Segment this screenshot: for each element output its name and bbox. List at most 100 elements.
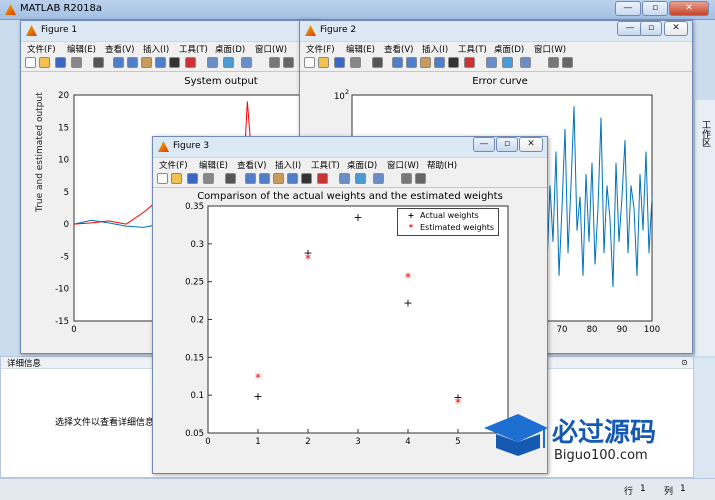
legend-icon[interactable] <box>241 57 252 68</box>
figure3-title-bar[interactable]: Figure 3 — ▫ ✕ <box>153 137 547 157</box>
figure1-title-bar[interactable]: Figure 1 <box>21 21 319 41</box>
rotate-icon[interactable] <box>155 57 166 68</box>
pan-icon[interactable] <box>420 57 431 68</box>
figure2-maximize-button[interactable]: ▫ <box>640 21 662 36</box>
save-icon[interactable] <box>55 57 66 68</box>
main-maximize-button[interactable]: ▫ <box>642 1 668 16</box>
legend-icon[interactable] <box>520 57 531 68</box>
pointer-icon[interactable] <box>372 57 383 68</box>
figure3-point-actual: + <box>253 390 262 403</box>
zoom-out-icon[interactable] <box>406 57 417 68</box>
figure3-xtick: 3 <box>355 437 360 447</box>
menu-item-6[interactable]: 窗口(W) <box>387 159 419 171</box>
rotate-icon[interactable] <box>287 173 298 184</box>
brush-icon[interactable] <box>464 57 475 68</box>
figure3-close-button[interactable]: ✕ <box>519 137 543 152</box>
menu-item-3[interactable]: 插入(I) <box>275 159 301 171</box>
figure3-point-estimated: * <box>405 270 411 284</box>
zoom-out-icon[interactable] <box>259 173 270 184</box>
figure1-ytick: 15 <box>58 123 69 133</box>
pointer-icon[interactable] <box>93 57 104 68</box>
figure2-title: Figure 2 <box>320 25 357 35</box>
colorbar-icon[interactable] <box>223 57 234 68</box>
menu-item-5[interactable]: 桌面(D) <box>494 43 524 55</box>
main-close-button[interactable]: ✕ <box>669 1 709 16</box>
open-file-icon[interactable] <box>39 57 50 68</box>
workspace-label: 工作区 <box>700 120 710 147</box>
data-cursor-icon[interactable] <box>448 57 459 68</box>
dock-icon[interactable] <box>283 57 294 68</box>
figure3-xtick: 1 <box>255 437 260 447</box>
pointer-icon[interactable] <box>225 173 236 184</box>
menu-item-6[interactable]: 窗口(W) <box>255 43 287 55</box>
figure2-xtick: 80 <box>587 325 598 335</box>
status-row-value: 1 <box>640 484 646 494</box>
zoom-in-icon[interactable] <box>113 57 124 68</box>
hide-tools-icon[interactable] <box>269 57 280 68</box>
menu-item-2[interactable]: 查看(V) <box>237 159 266 171</box>
figure3-ytick: 0.1 <box>190 391 204 401</box>
link-icon[interactable] <box>486 57 497 68</box>
menu-item-4[interactable]: 工具(T) <box>458 43 487 55</box>
details-menu-icon[interactable]: ⊙ <box>681 358 688 367</box>
menu-item-2[interactable]: 查看(V) <box>105 43 134 55</box>
figure3-title: Figure 3 <box>173 141 210 151</box>
print-icon[interactable] <box>350 57 361 68</box>
menu-item-0[interactable]: 文件(F) <box>159 159 188 171</box>
menu-item-3[interactable]: 插入(I) <box>422 43 448 55</box>
menu-item-1[interactable]: 编辑(E) <box>199 159 228 171</box>
rotate-icon[interactable] <box>434 57 445 68</box>
hide-tools-icon[interactable] <box>401 173 412 184</box>
figure3-menubar: 文件(F) 编辑(E) 查看(V) 插入(I) 工具(T) 桌面(D) 窗口(W) 帮助(H) <box>153 157 547 171</box>
menu-item-0[interactable]: 文件(F) <box>27 43 56 55</box>
print-icon[interactable] <box>71 57 82 68</box>
menu-item-5[interactable]: 桌面(D) <box>215 43 245 55</box>
menu-item-4[interactable]: 工具(T) <box>311 159 340 171</box>
menu-item-1[interactable]: 编辑(E) <box>67 43 96 55</box>
hide-tools-icon[interactable] <box>548 57 559 68</box>
pan-icon[interactable] <box>141 57 152 68</box>
zoom-in-icon[interactable] <box>392 57 403 68</box>
figure2-logo-icon <box>305 25 316 36</box>
brush-icon[interactable] <box>317 173 328 184</box>
menu-item-0[interactable]: 文件(F) <box>306 43 335 55</box>
link-icon[interactable] <box>339 173 350 184</box>
figure3-maximize-button[interactable]: ▫ <box>496 137 518 152</box>
legend-icon[interactable] <box>373 173 384 184</box>
menu-item-2[interactable]: 查看(V) <box>384 43 413 55</box>
open-file-icon[interactable] <box>171 173 182 184</box>
workspace-side-panel[interactable]: 工作区 <box>694 100 715 356</box>
figure3-ytick: 0.15 <box>185 353 204 363</box>
figure1-ytick: -15 <box>55 317 69 327</box>
data-cursor-icon[interactable] <box>301 173 312 184</box>
menu-item-1[interactable]: 编辑(E) <box>346 43 375 55</box>
main-minimize-button[interactable]: — <box>615 1 641 16</box>
colorbar-icon[interactable] <box>502 57 513 68</box>
pan-icon[interactable] <box>273 173 284 184</box>
zoom-in-icon[interactable] <box>245 173 256 184</box>
menu-item-5[interactable]: 桌面(D) <box>347 159 377 171</box>
print-icon[interactable] <box>203 173 214 184</box>
figure2-title-bar[interactable]: Figure 2 — ▫ ✕ <box>300 21 692 41</box>
menu-item-4[interactable]: 工具(T) <box>179 43 208 55</box>
save-icon[interactable] <box>334 57 345 68</box>
watermark-logo: 必过源码 Biguo100.com <box>482 408 715 478</box>
figure3-ytick: 0.3 <box>190 240 204 250</box>
dock-icon[interactable] <box>562 57 573 68</box>
new-file-icon[interactable] <box>304 57 315 68</box>
save-icon[interactable] <box>187 173 198 184</box>
dock-icon[interactable] <box>415 173 426 184</box>
link-icon[interactable] <box>207 57 218 68</box>
menu-item-7[interactable]: 帮助(H) <box>427 159 457 171</box>
menu-item-3[interactable]: 插入(I) <box>143 43 169 55</box>
zoom-out-icon[interactable] <box>127 57 138 68</box>
figure2-close-button[interactable]: ✕ <box>664 21 688 36</box>
new-file-icon[interactable] <box>157 173 168 184</box>
data-cursor-icon[interactable] <box>169 57 180 68</box>
menu-item-6[interactable]: 窗口(W) <box>534 43 566 55</box>
colorbar-icon[interactable] <box>355 173 366 184</box>
new-file-icon[interactable] <box>25 57 36 68</box>
brush-icon[interactable] <box>185 57 196 68</box>
figure3-minimize-button[interactable]: — <box>473 137 495 152</box>
open-file-icon[interactable] <box>318 57 329 68</box>
